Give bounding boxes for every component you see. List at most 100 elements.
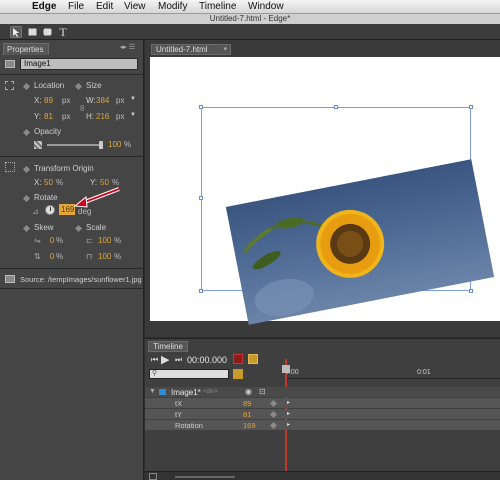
size-w-label: W: — [86, 96, 96, 105]
search-icon: ⚲ — [152, 370, 158, 377]
resize-handle[interactable] — [469, 289, 473, 293]
skew-x-unit[interactable]: % — [56, 236, 63, 245]
timeline-prop-row[interactable]: tY 81 ▸ — [145, 409, 500, 419]
menu-file[interactable]: File — [68, 1, 84, 13]
size-h-value[interactable]: 216 — [96, 112, 109, 121]
keyframe-diamond-icon[interactable] — [269, 410, 278, 419]
size-w-value[interactable]: 384 — [96, 96, 109, 105]
resize-handle[interactable] — [199, 196, 203, 200]
source-path: Source: /tempImages/sunflower1.jpg — [20, 275, 142, 284]
location-y-unit[interactable]: px — [62, 112, 70, 121]
prop-value[interactable]: 169 — [243, 421, 256, 430]
document-tab[interactable]: Untitled-7.html ▾ — [151, 44, 231, 55]
zoom-slider[interactable] — [175, 476, 235, 478]
playhead-handle[interactable] — [282, 365, 290, 373]
keyframe-diamond-icon[interactable] — [269, 399, 278, 408]
edge-app-window: Edge File Edit View Modify Timeline Wind… — [0, 0, 500, 480]
element-name-field[interactable]: Image1 — [20, 58, 138, 70]
skew-x-value[interactable]: 0 — [50, 236, 54, 245]
scale-y-value[interactable]: 100 — [98, 252, 111, 261]
time-ruler[interactable]: 0:00 0:01 — [285, 363, 500, 379]
opacity-slider-track[interactable] — [47, 141, 103, 149]
forward-icon[interactable]: ⏭ — [175, 355, 182, 365]
origin-x-unit[interactable]: % — [56, 178, 63, 187]
timeline-panel: Timeline ⏮ ▶ ⏭ 00:00.000 ⚲ 0:00 0:01 ▼ I… — [145, 338, 500, 480]
document-tab-label[interactable]: Untitled-7.html — [156, 45, 208, 54]
prop-name: tX — [175, 399, 183, 408]
timeline-options-icon[interactable] — [149, 473, 157, 480]
timeline-prop-row[interactable]: tX 89 ▸ — [145, 398, 500, 408]
opacity-slider-handle[interactable] — [99, 141, 103, 149]
skew-y-value[interactable]: 0 — [50, 252, 54, 261]
visibility-eye-icon[interactable]: ◉ — [245, 387, 252, 396]
stage-area: Untitled-7.html ▾ — [145, 40, 500, 337]
menu-edit[interactable]: Edit — [96, 1, 113, 13]
red-arrow-annotation-icon — [73, 187, 120, 208]
rounded-rectangle-icon[interactable] — [41, 26, 53, 38]
prop-value[interactable]: 81 — [243, 410, 251, 419]
keyframe-marker-icon[interactable]: ▸ — [287, 421, 290, 428]
timeline-prop-row[interactable]: Rotation 169 ▸ — [145, 420, 500, 430]
image-element-icon — [5, 60, 15, 68]
properties-tab[interactable]: Properties — [3, 43, 49, 55]
timeline-tab[interactable]: Timeline — [148, 341, 188, 352]
text-icon[interactable]: T — [57, 25, 69, 39]
scale-x-unit[interactable]: % — [114, 236, 121, 245]
location-x-value[interactable]: 89 — [44, 96, 53, 105]
rectangle-icon[interactable] — [26, 26, 38, 38]
expand-triangle-icon[interactable]: ▼ — [149, 388, 156, 395]
link-dimensions-icon[interactable]: 8 — [80, 104, 84, 113]
scale-y-unit[interactable]: % — [114, 252, 121, 261]
opacity-unit: % — [124, 140, 132, 149]
unit-dropdown-icon[interactable]: ▼ — [130, 96, 136, 102]
filter-icon[interactable] — [233, 369, 243, 379]
location-x-unit[interactable]: px — [62, 96, 70, 105]
keyframe-diamond-icon[interactable] — [269, 421, 278, 430]
resize-handle[interactable] — [334, 105, 338, 109]
prop-name: tY — [175, 410, 183, 419]
rewind-icon[interactable]: ⏮ — [151, 355, 158, 365]
timeline-search-field[interactable]: ⚲ — [149, 369, 229, 379]
menu-app-name[interactable]: Edge — [32, 1, 56, 13]
menu-timeline[interactable]: Timeline — [199, 1, 236, 13]
origin-x-label: X: — [34, 178, 42, 187]
resize-handle[interactable] — [469, 105, 473, 109]
auto-keyframe-icon[interactable] — [233, 354, 243, 364]
element-name[interactable]: Image1* — [171, 388, 201, 397]
scale-y-icon: ⊓ — [86, 252, 93, 261]
transform-origin-label: Transform Origin — [34, 164, 94, 173]
size-label: Size — [86, 81, 102, 90]
location-x-label: X: — [34, 96, 42, 105]
location-y-value[interactable]: 81 — [44, 112, 53, 121]
size-h-unit[interactable]: px — [116, 112, 124, 121]
menu-modify[interactable]: Modify — [158, 1, 187, 13]
resize-handle[interactable] — [199, 289, 203, 293]
angle-icon: ⊿ — [32, 207, 39, 216]
unit-dropdown-icon[interactable]: ▼ — [130, 112, 136, 118]
resize-handle[interactable] — [199, 105, 203, 109]
panel-menu-icon[interactable]: ◂▸ ☰ — [120, 43, 135, 51]
menubar: Edge File Edit View Modify Timeline Wind… — [0, 0, 500, 14]
size-w-unit[interactable]: px — [116, 96, 124, 105]
skew-y-unit[interactable]: % — [56, 252, 63, 261]
scale-label: Scale — [86, 223, 107, 232]
keyframe-marker-icon[interactable]: ▸ — [287, 399, 290, 406]
lock-icon[interactable]: ⊡ — [259, 387, 266, 396]
scale-x-icon: ⊏ — [86, 236, 93, 245]
close-tab-icon[interactable]: ▾ — [223, 45, 227, 55]
opacity-checker-icon — [34, 141, 42, 149]
scale-x-value[interactable]: 100 — [98, 236, 111, 245]
select-arrow-icon[interactable] — [10, 26, 22, 38]
prop-value[interactable]: 89 — [243, 399, 251, 408]
menu-view[interactable]: View — [124, 1, 146, 13]
opacity-value[interactable]: 100 — [108, 140, 121, 149]
rotate-dial-icon[interactable] — [45, 205, 55, 215]
origin-x-value[interactable]: 50 — [44, 178, 53, 187]
keyframe-marker-icon[interactable]: ▸ — [287, 410, 290, 417]
auto-transition-icon[interactable] — [248, 354, 258, 364]
timeline-element-row[interactable]: ▼ Image1* <div> ◉ ⊡ — [145, 387, 500, 397]
current-time[interactable]: 00:00.000 — [187, 355, 227, 365]
play-icon[interactable]: ▶ — [161, 353, 169, 366]
stage-canvas[interactable] — [150, 57, 500, 325]
menu-window[interactable]: Window — [248, 1, 284, 13]
